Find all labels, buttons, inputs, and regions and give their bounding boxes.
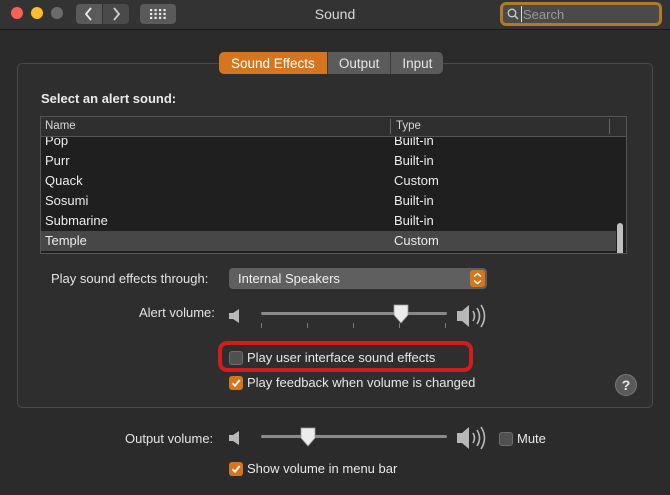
slider-thumb[interactable] — [392, 304, 410, 324]
slider-tick — [353, 323, 354, 328]
sound-name: Purr — [45, 153, 70, 168]
checkbox-checked[interactable] — [229, 375, 243, 390]
slider-tick — [445, 323, 446, 328]
table-row[interactable]: Quack Custom — [41, 171, 616, 191]
table-header: Name Type — [41, 117, 626, 137]
sound-type: Custom — [394, 233, 439, 248]
checkbox-unchecked[interactable] — [499, 431, 513, 446]
show-volume-menu-bar-checkbox[interactable]: Show volume in menu bar — [229, 461, 397, 476]
output-volume-slider[interactable] — [258, 424, 448, 448]
checkbox-unchecked[interactable] — [229, 350, 243, 365]
checkmark-icon — [231, 464, 241, 473]
table-body: Pop Built-in Purr Built-in Quack Custom … — [41, 137, 626, 253]
volume-feedback-label: Play feedback when volume is changed — [247, 375, 476, 390]
mute-label: Mute — [517, 431, 546, 446]
sound-type: Built-in — [394, 193, 434, 208]
sound-name: Quack — [45, 173, 83, 188]
play-through-label: Play sound effects through: — [51, 271, 209, 286]
checkmark-icon — [231, 378, 241, 387]
column-header-name[interactable]: Name — [45, 120, 76, 132]
speaker-high-icon — [457, 426, 486, 450]
speaker-high-icon — [457, 304, 486, 328]
sound-name: Submarine — [45, 213, 108, 228]
tab-sound-effects[interactable]: Sound Effects — [219, 52, 328, 74]
slider-tick — [261, 323, 262, 328]
table-scrollbar[interactable] — [617, 223, 623, 253]
sound-type: Built-in — [394, 153, 434, 168]
help-button[interactable]: ? — [615, 374, 637, 396]
show-volume-menu-bar-label: Show volume in menu bar — [247, 461, 398, 476]
ui-sound-effects-label: Play user interface sound effects — [247, 350, 436, 365]
sound-type: Custom — [394, 173, 439, 188]
tab-input[interactable]: Input — [391, 52, 444, 74]
checkbox-checked[interactable] — [229, 461, 243, 476]
slider-track — [261, 435, 447, 438]
title-bar: Sound — [0, 0, 670, 30]
slider-tick — [307, 323, 308, 328]
column-divider[interactable] — [390, 119, 391, 134]
table-row[interactable]: Purr Built-in — [41, 151, 616, 171]
column-header-type[interactable]: Type — [396, 120, 421, 132]
ui-sound-effects-checkbox[interactable]: Play user interface sound effects — [229, 350, 435, 365]
alert-sound-label: Select an alert sound: — [41, 91, 177, 106]
search-icon — [507, 8, 519, 20]
sound-type: Built-in — [394, 137, 434, 148]
alert-sound-table[interactable]: Name Type Pop Built-in Purr Built-in Qua… — [40, 116, 627, 254]
alert-volume-slider[interactable] — [258, 300, 448, 332]
speaker-low-icon — [229, 431, 239, 445]
table-row[interactable]: Sosumi Built-in — [41, 191, 616, 211]
output-device-value: Internal Speakers — [238, 271, 340, 286]
table-row[interactable]: Pop Built-in — [41, 137, 616, 151]
volume-feedback-checkbox[interactable]: Play feedback when volume is changed — [229, 375, 475, 390]
sound-type: Built-in — [394, 213, 434, 228]
chevron-updown-icon — [470, 270, 485, 287]
search-field[interactable] — [500, 2, 662, 26]
table-row-selected[interactable]: Temple Custom — [41, 231, 616, 251]
mute-checkbox[interactable]: Mute — [499, 431, 546, 446]
search-input[interactable] — [521, 6, 656, 22]
tab-bar: Sound Effects Output Input — [219, 52, 444, 74]
sound-name: Sosumi — [45, 193, 89, 208]
sound-name: Pop — [45, 137, 69, 148]
speaker-low-icon — [229, 309, 239, 323]
output-device-select[interactable]: Internal Speakers — [229, 268, 487, 289]
output-volume-label: Output volume: — [125, 431, 214, 446]
tab-output[interactable]: Output — [327, 52, 392, 74]
table-row[interactable]: Submarine Built-in — [41, 211, 616, 231]
sound-name: Temple — [45, 233, 87, 248]
slider-track — [261, 312, 447, 315]
slider-thumb[interactable] — [299, 427, 317, 447]
column-divider — [609, 119, 610, 134]
alert-volume-label: Alert volume: — [139, 305, 215, 320]
